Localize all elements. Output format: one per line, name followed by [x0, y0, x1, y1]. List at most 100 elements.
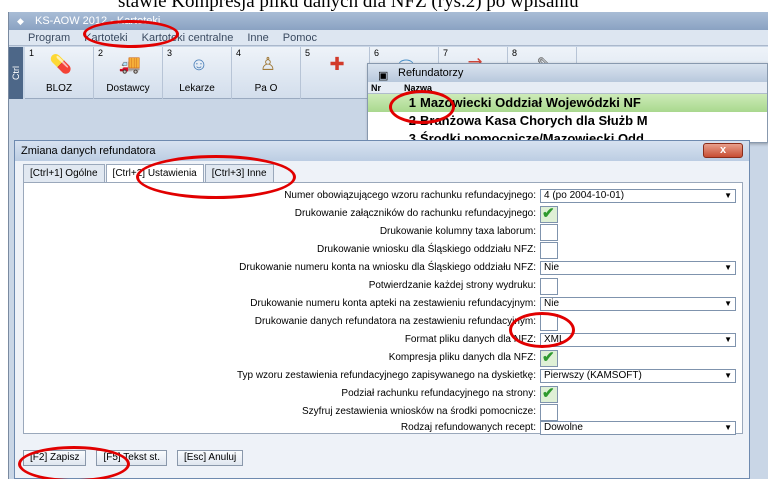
- refundatorzy-titlebar: ▣ Refundatorzy: [368, 64, 767, 82]
- app-icon: ◆: [17, 16, 24, 26]
- toolbar-number: 3: [167, 48, 173, 58]
- table-row[interactable]: 2 Branżowa Kasa Chorych dla Służb M: [368, 112, 767, 130]
- refundatorzy-window: ▣ Refundatorzy Nr Nazwa 1 Mazowiecki Odd…: [367, 63, 768, 146]
- select-value: 4 (po 2004-10-01): [544, 190, 625, 201]
- patient-icon: ♙: [259, 54, 277, 74]
- kompresja-checkbox[interactable]: ✔: [540, 349, 558, 367]
- toolbar-number: 1: [29, 48, 35, 58]
- setting-label: Drukowanie kolumny taxa laborum:: [379, 226, 536, 237]
- check-icon: ✔: [542, 349, 555, 366]
- select-value: XML: [544, 334, 565, 345]
- setting-row: Drukowanie wniosku dla Śląskiego oddział…: [24, 242, 744, 259]
- menu-inne[interactable]: Inne: [240, 30, 275, 45]
- setting-row: Potwierdzanie każdej strony wydruku:: [24, 278, 744, 295]
- dialog-title: Zmiana danych refundatora: [21, 145, 156, 157]
- dane-refundatora-checkbox[interactable]: [540, 314, 558, 331]
- truck-icon: 🚚: [118, 54, 142, 74]
- cancel-button[interactable]: [Esc] Anuluj: [176, 450, 244, 466]
- ctrl-tab: Ctrl: [9, 47, 23, 99]
- setting-label: Potwierdzanie każdej strony wydruku:: [368, 280, 536, 291]
- menu-kartoteki[interactable]: Kartoteki: [77, 30, 134, 45]
- chevron-down-icon: ▼: [724, 335, 732, 344]
- setting-label: Numer obowiązującego wzoru rachunku refu…: [284, 190, 536, 201]
- zalaczniki-checkbox[interactable]: ✔: [540, 205, 558, 223]
- chevron-down-icon: ▼: [724, 299, 732, 308]
- toolbar-button-pacjenci[interactable]: 4 ♙ Pa O: [232, 47, 301, 99]
- doctor-icon: ☺: [189, 54, 209, 74]
- select-value: Nie: [544, 298, 560, 309]
- szyfruj-checkbox[interactable]: [540, 404, 558, 421]
- menu-kartoteki-centralne[interactable]: Kartoteki centralne: [135, 30, 241, 45]
- setting-label: Drukowanie wniosku dla Śląskiego oddział…: [317, 244, 536, 255]
- settings-panel: Numer obowiązującego wzoru rachunku refu…: [23, 182, 744, 436]
- tab-inne[interactable]: [Ctrl+3] Inne: [204, 164, 274, 182]
- chevron-down-icon: ▼: [724, 423, 732, 432]
- toolbar-number: 8: [512, 48, 518, 58]
- typ-wzoru-select[interactable]: Pierwszy (KAMSOFT) ▼: [540, 369, 736, 383]
- toolbar-button-bloz[interactable]: 1 💊 BLOZ: [25, 47, 94, 99]
- format-pliku-select[interactable]: XML ▼: [540, 333, 736, 347]
- refundatorzy-title: Refundatorzy: [398, 67, 464, 79]
- setting-row: Drukowanie numeru konta na wniosku dla Ś…: [24, 261, 744, 276]
- setting-row: Podział rachunku refundacyjnego na stron…: [24, 385, 744, 403]
- rachunek-wzor-select[interactable]: 4 (po 2004-10-01) ▼: [540, 189, 736, 203]
- row-name: Mazowiecki Oddział Wojewódzki NF: [420, 95, 641, 110]
- podzial-checkbox[interactable]: ✔: [540, 385, 558, 403]
- toolbar-number: 5: [305, 48, 311, 58]
- row-name: Branżowa Kasa Chorych dla Służb M: [420, 113, 648, 128]
- setting-row: Rodzaj refundowanych recept: Dowolne ▼: [24, 421, 744, 436]
- toolbar-label: BLOZ: [45, 83, 73, 94]
- numer-konta-wniosek-select[interactable]: Nie ▼: [540, 261, 736, 275]
- select-value: Dowolne: [544, 422, 583, 433]
- document-text: stawie Kompresja pliku danych dla NFZ (r…: [118, 0, 579, 12]
- dialog-tabs: [Ctrl+1] Ogólne [Ctrl+2] Ustawienia [Ctr…: [23, 164, 275, 183]
- first-aid-icon: ✚: [329, 54, 345, 74]
- toolbar-number: 6: [374, 48, 380, 58]
- row-nr: 1: [408, 95, 416, 110]
- rodzaj-recept-select[interactable]: Dowolne ▼: [540, 421, 736, 435]
- taxa-laborum-checkbox[interactable]: [540, 224, 558, 241]
- chevron-down-icon: ▼: [724, 263, 732, 272]
- potwierdzanie-checkbox[interactable]: [540, 278, 558, 295]
- dialog-footer: [F2] Zapisz [F5] Tekst st. [Esc] Anuluj: [23, 450, 244, 466]
- toolbar-label: Lekarze: [179, 83, 215, 94]
- select-value: Pierwszy (KAMSOFT): [544, 370, 642, 381]
- setting-row: Drukowanie kolumny taxa laborum:: [24, 224, 744, 241]
- select-value: Nie: [544, 262, 560, 273]
- column-nazwa[interactable]: Nazwa: [390, 82, 432, 93]
- menu-program[interactable]: Program: [21, 30, 77, 45]
- tab-ogolne[interactable]: [Ctrl+1] Ogólne: [23, 164, 105, 182]
- toolbar-button-lekarze[interactable]: 3 ☺ Lekarze: [163, 47, 232, 99]
- tekst-standardowy-button[interactable]: [F5] Tekst st.: [96, 450, 167, 466]
- chevron-down-icon: ▼: [724, 191, 732, 200]
- toolbar-button-5[interactable]: 5 ✚: [301, 47, 370, 99]
- setting-row: Numer obowiązującego wzoru rachunku refu…: [24, 189, 744, 204]
- setting-label: Szyfruj zestawienia wniosków na środki p…: [302, 406, 536, 417]
- tab-ustawienia[interactable]: [Ctrl+2] Ustawienia: [105, 164, 204, 183]
- toolbar-number: 2: [98, 48, 104, 58]
- numer-konta-apteki-select[interactable]: Nie ▼: [540, 297, 736, 311]
- close-icon: x: [719, 144, 727, 156]
- refundatorzy-header: Nr Nazwa: [368, 82, 767, 94]
- menu-pomoc[interactable]: Pomoc: [276, 30, 324, 45]
- setting-label: Drukowanie numeru konta na wniosku dla Ś…: [239, 262, 536, 273]
- close-button[interactable]: x: [703, 143, 743, 158]
- zmiana-danych-dialog: Zmiana danych refundatora x [Ctrl+1] Ogó…: [14, 140, 750, 479]
- setting-label: Drukowanie załączników do rachunku refun…: [294, 208, 536, 219]
- setting-label: Rodzaj refundowanych recept:: [400, 422, 536, 433]
- setting-row: Drukowanie numeru konta apteki na zestaw…: [24, 297, 744, 312]
- setting-row: Typ wzoru zestawienia refundacyjnego zap…: [24, 369, 744, 384]
- window-icon: ▣: [378, 70, 389, 82]
- setting-row: Drukowanie załączników do rachunku refun…: [24, 205, 744, 223]
- toolbar-number: 4: [236, 48, 242, 58]
- setting-row: Szyfruj zestawienia wniosków na środki p…: [24, 404, 744, 421]
- toolbar-button-dostawcy[interactable]: 2 🚚 Dostawcy: [94, 47, 163, 99]
- setting-row: Format pliku danych dla NFZ: XML ▼: [24, 333, 744, 348]
- setting-label: Drukowanie numeru konta apteki na zestaw…: [250, 298, 536, 309]
- setting-label: Typ wzoru zestawienia refundacyjnego zap…: [236, 370, 536, 381]
- save-button[interactable]: [F2] Zapisz: [23, 450, 87, 466]
- app-titlebar: ◆ KS-AOW 2012 - Kartoteki: [9, 12, 768, 30]
- wniosek-slaski-checkbox[interactable]: [540, 242, 558, 259]
- setting-row: Kompresja pliku danych dla NFZ: ✔: [24, 349, 744, 367]
- table-row[interactable]: 1 Mazowiecki Oddział Wojewódzki NF: [368, 94, 767, 112]
